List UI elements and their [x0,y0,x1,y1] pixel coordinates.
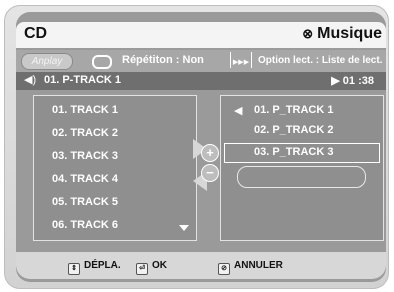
now-playing-time: ▶ 01 :38 [331,75,374,87]
mode-indicator: ⊗ Musique [302,25,382,43]
empty-playlist-slot[interactable] [237,166,366,188]
list-item[interactable]: 02. TRACK 2 [52,127,118,139]
speaker-icon: ◀) [24,74,37,86]
ok-hint: ⏎ OK [136,260,167,275]
mode-label: Musique [317,25,382,42]
move-icon: ⇕ [68,263,80,275]
repeat-label[interactable]: Répétiton : Non [122,54,204,66]
track-list-panel: 01. TRACK 1 02. TRACK 2 03. TRACK 3 04. … [33,95,197,241]
speaker-icon: ◀ [234,105,243,117]
cancel-icon: ⊘ [218,263,230,275]
playlist-item-selected[interactable]: 03. P_TRACK 3 [254,146,333,158]
play-mode-button[interactable]: Anplay [21,53,73,70]
move-hint: ⇕ DÉPLA. [68,260,121,275]
list-item[interactable]: 03. TRACK 3 [52,150,118,162]
circle-x-icon: ⊗ [302,26,314,41]
list-option-icon[interactable]: ▶▶▶ [230,52,252,68]
now-playing-track: 01. P-TRACK 1 [44,74,122,86]
option-label[interactable]: Option lect. : Liste de lect. [258,55,382,66]
playlist-panel: ◀ 01. P_TRACK 1 02. P_TRACK 2 03. P_TRAC… [220,95,384,241]
page-title: CD [24,25,48,42]
remove-track-button[interactable]: − [201,164,219,182]
playlist-item[interactable]: 02. P_TRACK 2 [254,124,333,136]
repeat-icon[interactable] [92,55,112,69]
add-track-button[interactable]: + [201,144,219,162]
list-item[interactable]: 01. TRACK 1 [52,104,118,116]
cancel-hint: ⊘ ANNULER [218,260,283,275]
playlist-item[interactable]: 01. P_TRACK 1 [254,104,333,116]
list-item[interactable]: 04. TRACK 4 [52,173,118,185]
list-item[interactable]: 05. TRACK 5 [52,196,118,208]
list-item[interactable]: 06. TRACK 6 [52,219,118,231]
scroll-down-icon[interactable] [179,225,189,231]
enter-icon: ⏎ [136,263,148,275]
